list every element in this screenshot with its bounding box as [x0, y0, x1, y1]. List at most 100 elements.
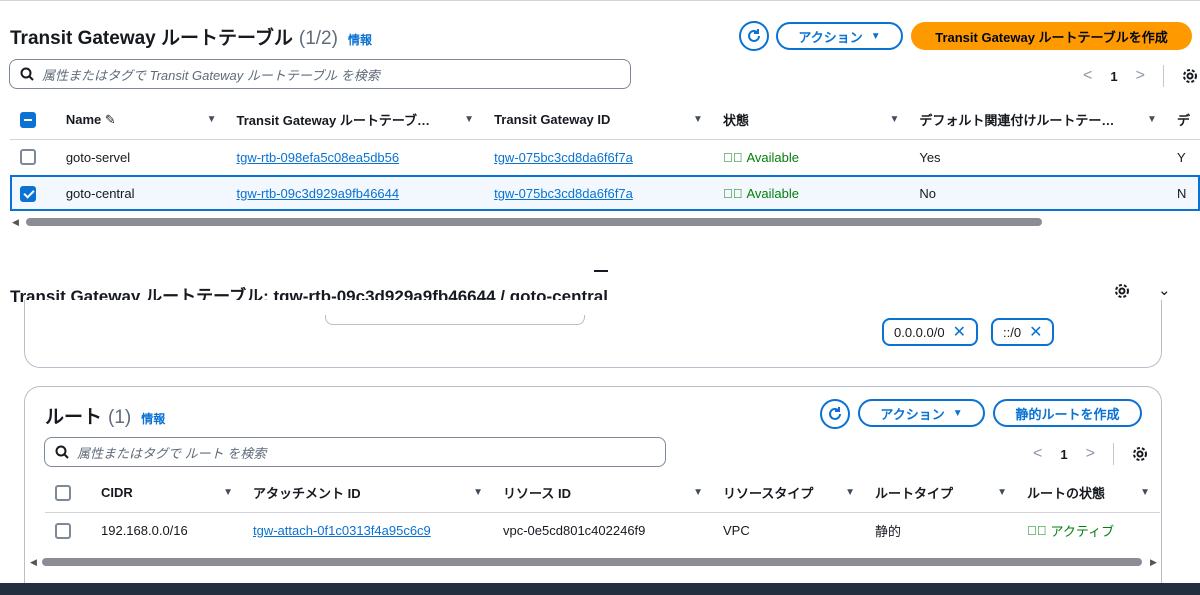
row-name: goto-central	[55, 175, 227, 211]
column-header-cidr[interactable]: CIDR ▼	[91, 474, 243, 513]
check-circle-icon: ✓⃝	[1027, 522, 1047, 538]
column-label: アタッチメント ID	[253, 486, 361, 502]
sort-icon[interactable]: ▼	[845, 487, 855, 498]
sort-icon[interactable]: ▼	[207, 114, 217, 125]
row-rtb-cell: tgw-rtb-098efa5c08ea5db56	[227, 139, 485, 175]
next-page-icon[interactable]: >	[1136, 67, 1145, 85]
actions-button[interactable]: アクション ▼	[776, 22, 903, 50]
caret-down-icon: ▼	[870, 30, 881, 42]
column-header-tgw[interactable]: Transit Gateway ID ▼	[484, 101, 713, 140]
gear-icon[interactable]	[1182, 68, 1198, 84]
scroll-right-icon[interactable]: ▶	[1150, 557, 1157, 568]
split-drag-handle[interactable]	[594, 270, 608, 272]
refresh-button[interactable]	[739, 21, 769, 51]
row-state-cell: ✓⃝ Available	[712, 175, 910, 211]
sort-icon[interactable]: ▼	[693, 114, 703, 125]
column-header-next[interactable]: デ	[1166, 101, 1200, 140]
create-static-route-button[interactable]: 静的ルートを作成	[993, 399, 1142, 427]
refresh-icon	[748, 29, 760, 42]
check-circle-icon: ✓⃝	[722, 185, 743, 201]
sort-icon[interactable]: ▼	[997, 487, 1007, 498]
refresh-button[interactable]	[820, 399, 850, 429]
table-row[interactable]: goto-servel tgw-rtb-098efa5c08ea5db56 tg…	[10, 139, 1200, 175]
row-attach-cell: tgw-attach-0f1c0313f4a95c6c9	[243, 512, 493, 548]
row-default-assoc: Yes	[919, 149, 941, 165]
column-label: ルートタイプ	[875, 486, 954, 502]
current-page[interactable]: 1	[1110, 69, 1117, 84]
routes-title: ルート	[45, 407, 103, 428]
column-header-rtb[interactable]: Transit Gateway ルートテーブ… ▼	[226, 101, 485, 140]
sort-icon[interactable]: ▼	[1140, 487, 1150, 498]
column-header-resource-type[interactable]: リソースタイプ ▼	[713, 474, 865, 513]
actions-label: アクション	[880, 406, 945, 422]
caret-down-icon: ▼	[952, 407, 963, 419]
prev-page-icon[interactable]: <	[1033, 445, 1042, 463]
row-default-assoc: No	[909, 175, 1167, 211]
current-page[interactable]: 1	[1060, 447, 1067, 462]
column-label: 状態	[722, 113, 749, 129]
console-footer	[0, 583, 1200, 595]
sort-icon[interactable]: ▼	[464, 114, 474, 125]
routes-search-input[interactable]: 属性またはタグで ルート を検索	[44, 437, 666, 467]
tgw-link[interactable]: tgw-075bc3cd8da6f6f7a	[494, 186, 633, 201]
table-row[interactable]: 192.168.0.0/16 tgw-attach-0f1c0313f4a95c…	[45, 512, 1160, 548]
column-header-state[interactable]: 状態 ▼	[712, 101, 910, 140]
tgw-link[interactable]: tgw-075bc3cd8da6f6f7a	[494, 150, 633, 165]
route-table-search-input[interactable]: 属性またはタグで Transit Gateway ルートテーブル を検索	[9, 59, 631, 89]
column-header-resource[interactable]: リソース ID ▼	[493, 474, 713, 513]
row-rtb-cell: tgw-rtb-09c3d929a9fb46644	[226, 175, 485, 211]
close-icon[interactable]: ✕	[1029, 322, 1042, 342]
routes-pagination: < 1 >	[1033, 443, 1148, 465]
gear-icon[interactable]	[1132, 446, 1148, 462]
column-label: リソースタイプ	[723, 486, 814, 502]
search-placeholder: 属性またはタグで ルート を検索	[77, 445, 267, 461]
routes-count: (1)	[108, 407, 132, 428]
column-label: ルートの状態	[1027, 486, 1106, 502]
state-text: Available	[746, 185, 799, 201]
sort-icon[interactable]: ▼	[889, 114, 899, 125]
search-placeholder: 属性またはタグで Transit Gateway ルートテーブル を検索	[42, 67, 380, 83]
column-header-route-state[interactable]: ルートの状態 ▼	[1017, 474, 1160, 513]
column-label: CIDR	[101, 485, 133, 501]
select-all-checkbox[interactable]	[55, 485, 71, 502]
filter-token[interactable]: 0.0.0.0/0 ✕	[882, 318, 979, 346]
row-tgw-cell: tgw-075bc3cd8da6f6f7a	[484, 139, 713, 175]
rtb-link[interactable]: tgw-rtb-098efa5c08ea5db56	[237, 150, 400, 165]
column-label: Transit Gateway ID	[494, 112, 611, 128]
info-link[interactable]: 情報	[141, 410, 165, 427]
info-link[interactable]: 情報	[348, 31, 372, 48]
column-header-default-assoc[interactable]: デフォルト関連付けルートテー… ▼	[909, 101, 1167, 140]
row-route-type: 静的	[875, 523, 902, 539]
row-checkbox[interactable]	[20, 185, 36, 202]
rtb-link[interactable]: tgw-rtb-09c3d929a9fb46644	[237, 186, 400, 201]
horizontal-scrollbar[interactable]	[26, 218, 1042, 226]
column-header-name[interactable]: Name ✎ ▼	[55, 101, 227, 140]
row-cidr: 192.168.0.0/16	[101, 522, 188, 538]
chevron-down-icon[interactable]: ⌄	[1158, 281, 1171, 299]
sort-icon[interactable]: ▼	[473, 487, 483, 498]
sort-icon[interactable]: ▼	[693, 487, 703, 498]
table-row-selected[interactable]: goto-central tgw-rtb-09c3d929a9fb46644 t…	[10, 175, 1200, 211]
page-title: Transit Gateway ルートテーブル	[10, 28, 293, 49]
filter-token[interactable]: ::/0 ✕	[991, 318, 1055, 346]
gear-icon[interactable]	[1114, 283, 1130, 299]
column-header-attachment[interactable]: アタッチメント ID ▼	[243, 474, 493, 513]
row-checkbox[interactable]	[20, 149, 36, 166]
row-select-cell	[10, 175, 56, 211]
prev-page-icon[interactable]: <	[1083, 67, 1092, 85]
scroll-left-icon[interactable]: ◀	[30, 557, 37, 568]
create-route-table-button[interactable]: Transit Gateway ルートテーブルを作成	[911, 22, 1192, 50]
routes-actions-button[interactable]: アクション ▼	[858, 399, 985, 427]
sort-icon[interactable]: ▼	[223, 487, 233, 498]
check-circle-icon: ✓⃝	[722, 149, 743, 165]
attachment-link[interactable]: tgw-attach-0f1c0313f4a95c6c9	[253, 523, 431, 538]
column-header-route-type[interactable]: ルートタイプ ▼	[865, 474, 1017, 513]
row-checkbox[interactable]	[55, 522, 71, 539]
routes-horizontal-scrollbar[interactable]	[42, 558, 1142, 566]
close-icon[interactable]: ✕	[953, 322, 966, 342]
select-all-checkbox[interactable]	[20, 112, 36, 129]
scroll-left-icon[interactable]: ◀	[12, 217, 19, 228]
next-page-icon[interactable]: >	[1086, 445, 1095, 463]
sort-icon[interactable]: ▼	[1147, 114, 1157, 125]
pager-divider	[1112, 443, 1114, 465]
